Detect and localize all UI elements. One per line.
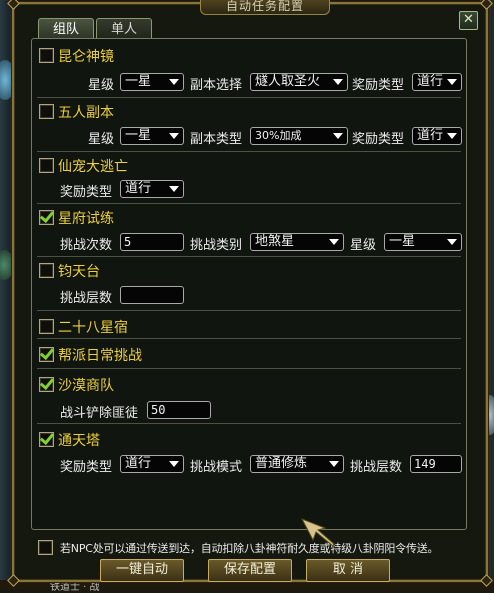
bangpai-title: 帮派日常挑战 [58, 348, 142, 364]
tongtian-reward-value: 道行 [125, 456, 152, 471]
wuren-copy-value: 30%加成 [255, 129, 302, 142]
title-plate: 自动任务配置 [200, 0, 330, 15]
shamo-checkbox[interactable] [39, 377, 54, 392]
chevron-down-icon [447, 133, 457, 139]
wuren-copy-label: 副本类型 [190, 132, 243, 147]
kunlun-copy-label: 副本选择 [190, 78, 243, 93]
mouse-cursor-icon [301, 518, 335, 547]
task-list-panel: 昆仑神镜 星级 一星 副本选择 燧人取圣火 奖励类型 道行 五人副本 星级 一星… [31, 38, 467, 530]
xingfu-count-label: 挑战次数 [60, 238, 113, 253]
section-divider [37, 151, 461, 152]
section-divider [37, 338, 461, 339]
xianchong-checkbox[interactable] [39, 158, 54, 173]
chevron-down-icon [333, 79, 343, 85]
xingfu-category-label: 挑战类别 [190, 238, 243, 253]
juntian-checkbox[interactable] [39, 263, 54, 278]
xingfu-star-dropdown[interactable]: 一星 [384, 233, 462, 251]
shamo-bandit-label: 战斗铲除匪徒 [60, 406, 139, 421]
wuren-checkbox[interactable] [39, 104, 54, 119]
kunlun-star-label: 星级 [88, 78, 115, 93]
wuren-star-value: 一星 [125, 128, 152, 143]
ershiba-checkbox[interactable] [39, 319, 54, 334]
xingfu-checkbox[interactable] [39, 210, 54, 225]
tongtian-floor-label: 挑战层数 [350, 460, 403, 475]
juntian-floor-input[interactable] [120, 286, 184, 304]
kunlun-checkbox[interactable] [39, 48, 54, 63]
window-title: 自动任务配置 [225, 0, 304, 13]
close-button[interactable]: ✕ [459, 11, 478, 30]
auto-all-button[interactable]: 一键自动 [100, 559, 184, 582]
tongtian-floor-input[interactable]: 149 [410, 455, 462, 473]
section-divider [37, 423, 461, 424]
xingfu-star-label: 星级 [350, 238, 377, 253]
chevron-down-icon [169, 461, 179, 467]
close-icon: ✕ [463, 12, 474, 27]
kunlun-star-dropdown[interactable]: 一星 [120, 73, 184, 91]
chevron-down-icon [169, 186, 179, 192]
xingfu-category-value: 地煞星 [255, 234, 295, 249]
auto-task-config-window: 自动任务配置 ✕ 组队 单人 昆仑神镜 星级 一星 副本选择 燧人取圣火 奖励类… [7, 0, 493, 587]
cancel-button[interactable]: 取 消 [306, 559, 390, 582]
tongtian-reward-label: 奖励类型 [60, 460, 113, 475]
tongtian-title: 通天塔 [58, 433, 100, 449]
chevron-down-icon [329, 461, 339, 467]
juntian-floor-label: 挑战层数 [60, 291, 113, 306]
kunlun-star-value: 一星 [125, 74, 152, 89]
xingfu-count-input[interactable]: 5 [120, 233, 184, 251]
chevron-down-icon [447, 79, 457, 85]
chevron-down-icon [169, 133, 179, 139]
tongtian-mode-label: 挑战模式 [190, 460, 243, 475]
wuren-star-dropdown[interactable]: 一星 [120, 127, 184, 145]
shamo-title: 沙漠商队 [58, 378, 114, 394]
tongtian-mode-value: 普通修炼 [255, 456, 308, 471]
wuren-reward-value: 道行 [417, 128, 444, 143]
kunlun-copy-dropdown[interactable]: 燧人取圣火 [250, 73, 348, 91]
wuren-star-label: 星级 [88, 132, 115, 147]
wuren-reward-dropdown[interactable]: 道行 [412, 127, 462, 145]
teleport-note-checkbox[interactable] [38, 540, 53, 555]
kunlun-reward-dropdown[interactable]: 道行 [412, 73, 462, 91]
chevron-down-icon [329, 239, 339, 245]
section-divider [37, 97, 461, 98]
section-divider [37, 203, 461, 204]
section-divider [37, 310, 461, 311]
tongtian-mode-dropdown[interactable]: 普通修炼 [250, 455, 344, 473]
teleport-note-text: 若NPC处可以通过传送到达，自动扣除八卦神符耐久度或特级八卦阴阳令传送。 [60, 542, 439, 555]
xianchong-title: 仙宠大逃亡 [58, 159, 128, 175]
section-divider [37, 368, 461, 369]
chevron-down-icon [169, 79, 179, 85]
xingfu-category-dropdown[interactable]: 地煞星 [250, 233, 344, 251]
xianchong-reward-dropdown[interactable]: 道行 [120, 180, 184, 198]
kunlun-reward-value: 道行 [417, 74, 444, 89]
chevron-down-icon [333, 133, 343, 139]
shamo-bandit-input[interactable]: 50 [147, 401, 211, 419]
kunlun-copy-value: 燧人取圣火 [255, 74, 321, 89]
kunlun-reward-label: 奖励类型 [352, 78, 405, 93]
bangpai-checkbox[interactable] [39, 347, 54, 362]
xingfu-title: 星府试练 [58, 211, 114, 227]
xianchong-reward-label: 奖励类型 [60, 185, 113, 200]
kunlun-title: 昆仑神镜 [58, 49, 114, 65]
wuren-copy-dropdown[interactable]: 30%加成 [250, 127, 348, 145]
xingfu-star-value: 一星 [389, 234, 416, 249]
wuren-reward-label: 奖励类型 [352, 132, 405, 147]
tongtian-reward-dropdown[interactable]: 道行 [120, 455, 184, 473]
xianchong-reward-value: 道行 [125, 181, 152, 196]
save-config-button[interactable]: 保存配置 [208, 559, 292, 582]
chevron-down-icon [447, 239, 457, 245]
section-divider [37, 256, 461, 257]
tongtian-checkbox[interactable] [39, 432, 54, 447]
juntian-title: 钧天台 [58, 264, 100, 280]
wuren-title: 五人副本 [58, 105, 114, 121]
ershiba-title: 二十八星宿 [58, 320, 128, 336]
